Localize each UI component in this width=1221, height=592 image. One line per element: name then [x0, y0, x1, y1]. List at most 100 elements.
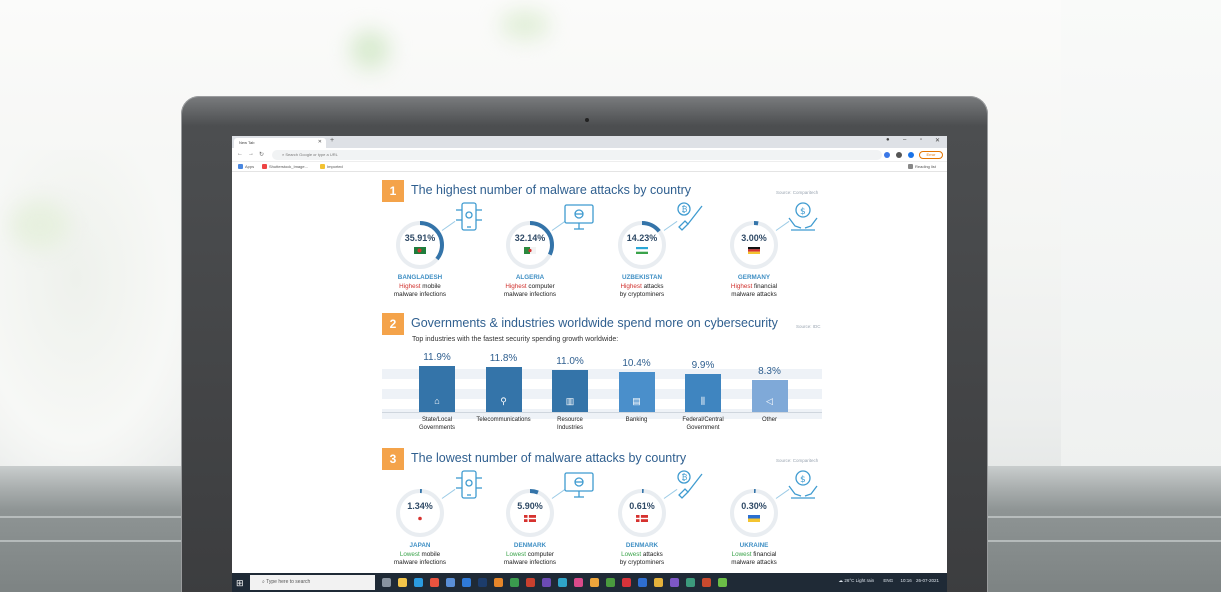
bookmark-apps[interactable]: Apps [238, 164, 254, 169]
store-icon[interactable] [446, 578, 455, 587]
percentage-value: 1.34% [407, 501, 433, 511]
app-icon[interactable] [654, 578, 663, 587]
caption-highlight: Lowest [621, 550, 642, 558]
percentage-value: 3.00% [741, 233, 767, 243]
browser-tab[interactable]: New Tab ✕ [234, 138, 326, 148]
caption-line1: mobile [419, 550, 441, 558]
country-caption: DENMARK Lowest attacks by cryptominers [592, 542, 692, 568]
tab-close-icon[interactable]: ✕ [318, 139, 322, 145]
caption-line1: attacks [641, 550, 663, 558]
bookmarks-bar: Apps Shutterstock_Image... Imported Read… [232, 162, 947, 172]
mail-icon[interactable] [462, 578, 471, 587]
forward-icon[interactable]: → [248, 151, 254, 157]
bar-category-label: Federal/Central Government [682, 417, 724, 431]
minimize-icon[interactable]: – [903, 137, 906, 143]
bar-value-label: 11.0% [556, 355, 584, 367]
caption-line1: financial [751, 550, 777, 558]
bookmark-imported[interactable]: Imported [320, 164, 343, 169]
app-icon[interactable] [510, 578, 519, 587]
country-caption: GERMANY Highest financial malware attacks [704, 274, 804, 300]
country-name: DENMARK [625, 542, 659, 549]
country-name: UZBEKISTAN [621, 274, 663, 281]
country-name: UKRAINE [739, 542, 769, 549]
country-caption: DENMARK Lowest computer malware infections [480, 542, 580, 568]
explorer-icon[interactable] [398, 578, 407, 587]
money-stack-icon: ▤ [632, 396, 641, 406]
app-icon[interactable] [638, 578, 647, 587]
app-icon[interactable] [590, 578, 599, 587]
tray-lang: ENG [883, 578, 894, 583]
percentage-donut: 1.34% [393, 486, 447, 540]
app-icon[interactable] [526, 578, 535, 587]
uzbekistan-flag [636, 247, 648, 254]
app-icon[interactable] [686, 578, 695, 587]
edge-icon[interactable] [414, 578, 423, 587]
caption-line2: malware infections [503, 291, 557, 299]
bar-category-label: Other [761, 417, 777, 423]
app-icon[interactable] [558, 578, 567, 587]
address-bar[interactable]: ⌕ Search Google or type a URL [272, 150, 882, 160]
reload-icon[interactable]: ↻ [259, 151, 264, 158]
extension-icon[interactable] [908, 152, 914, 158]
app-icon[interactable] [718, 578, 727, 587]
percentage-donut: 3.00% [727, 218, 781, 272]
new-tab-icon[interactable]: + [330, 137, 334, 144]
percentage-donut: 5.90% [503, 486, 557, 540]
percentage-donut: 0.61% [615, 486, 669, 540]
reading-list[interactable]: Reading list [908, 164, 936, 169]
back-icon[interactable]: ← [237, 151, 243, 157]
extension-icon[interactable] [896, 152, 902, 158]
country-name: DENMARK [513, 542, 547, 549]
background-plant [10, 200, 70, 250]
system-tray[interactable]: ☁ 26°C Light rain ENG 10:16 26-07-2021 [839, 578, 939, 584]
windows-start-icon[interactable]: ⊞ [236, 578, 244, 589]
percentage-donut: 35.91% [393, 218, 447, 272]
windows-taskbar: ⊞ ⌕ Type here to search ☁ 26°C Light rai… [232, 573, 947, 592]
caption-line1: attacks [641, 282, 664, 290]
chrome-icon[interactable] [430, 578, 439, 587]
app-icon[interactable] [622, 578, 631, 587]
app-icon[interactable] [702, 578, 711, 587]
omnibox-placeholder: Search Google or type a URL [285, 152, 338, 157]
taskbar-search-placeholder: Type here to search [266, 579, 311, 585]
bangladesh-flag [414, 247, 426, 254]
country-name: GERMANY [737, 274, 771, 281]
app-icon[interactable] [542, 578, 551, 587]
bar-category-label: Resource Industries [556, 417, 583, 431]
percentage-value: 5.90% [517, 501, 543, 511]
app-icon[interactable] [606, 578, 615, 587]
infographic-page: 1 The highest number of malware attacks … [232, 172, 947, 572]
country-name: BANGLADESH [397, 274, 443, 281]
section-title: The lowest number of malware attacks by … [411, 451, 687, 465]
maximize-icon[interactable]: ▫ [920, 137, 922, 143]
background-window [1061, 0, 1221, 470]
mobile-bug-icon [452, 200, 486, 239]
section-number: 2 [382, 313, 404, 335]
caption-highlight: Highest [399, 282, 421, 290]
country-caption: UZBEKISTAN Highest attacks by cryptominers [592, 274, 692, 300]
factory-icon: ▥ [565, 396, 575, 406]
caption-line2: by cryptominers [619, 291, 665, 299]
app-icon[interactable] [670, 578, 679, 587]
bookmark-shutterstock[interactable]: Shutterstock_Image... [262, 164, 308, 169]
profile-icon[interactable]: ● [886, 137, 890, 143]
photoshop-icon[interactable] [478, 578, 487, 587]
donut-track [506, 489, 554, 537]
extension-icon[interactable] [884, 152, 890, 158]
weather-text: 26°C Light rain [844, 578, 875, 583]
taskbar-search[interactable]: ⌕ Type here to search [250, 575, 375, 590]
svg-text:₿: ₿ [682, 205, 688, 214]
update-button[interactable]: Error [919, 151, 943, 159]
bar-category-label: Banking [625, 417, 648, 423]
background-plant [350, 30, 390, 70]
app-icon[interactable] [574, 578, 583, 587]
country-name: ALGERIA [515, 274, 545, 281]
donut-track [730, 221, 778, 269]
country-caption: BANGLADESH Highest mobile malware infectio… [370, 274, 470, 300]
illustrator-icon[interactable] [494, 578, 503, 587]
algeria-flag [524, 247, 536, 254]
taskview-icon[interactable] [382, 578, 391, 587]
tab-title: New Tab [239, 140, 255, 145]
section-source: Source: Comparitech [776, 458, 819, 463]
close-window-icon[interactable]: ✕ [935, 137, 940, 144]
